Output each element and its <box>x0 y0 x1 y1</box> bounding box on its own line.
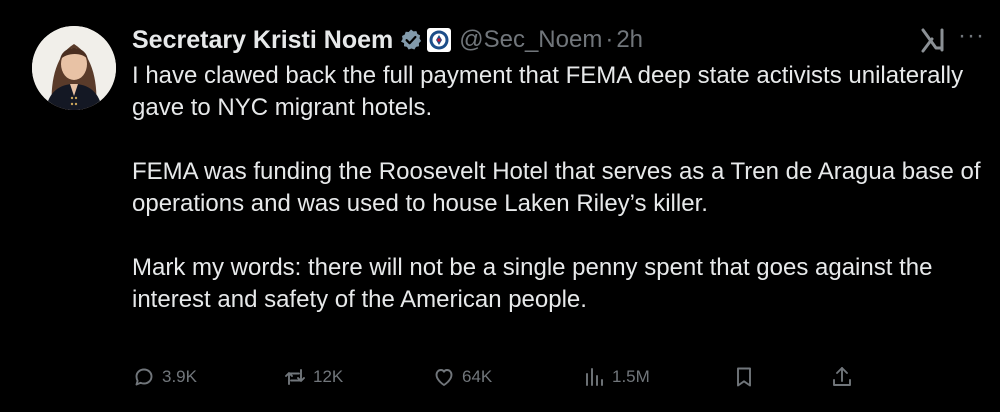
repost-arrows-icon <box>285 369 305 385</box>
avatar-portrait-image <box>32 26 116 110</box>
tweet-timestamp[interactable]: 2h <box>616 26 643 54</box>
bookmark-button[interactable] <box>732 362 756 392</box>
heart-icon <box>435 369 453 386</box>
repost-count: 12K <box>313 367 344 386</box>
view-count: 1.5M <box>612 367 650 386</box>
reply-button[interactable]: 3.9K <box>132 362 197 392</box>
share-button[interactable] <box>830 362 854 392</box>
bookmark-icon <box>737 367 751 387</box>
author-avatar[interactable] <box>32 26 116 110</box>
speech-bubble-icon <box>135 368 153 386</box>
tweet-paragraph: I have clawed back the full payment that… <box>132 62 964 121</box>
like-count: 64K <box>462 367 493 386</box>
tweet-text: I have clawed back the full payment that… <box>132 60 992 316</box>
header-separator: · <box>605 26 614 53</box>
tweet-header: Secretary Kristi Noem @Sec_Noem · 2h <box>132 22 643 58</box>
grok-icon[interactable] <box>918 26 948 54</box>
tweet-paragraph: Mark my words: there will not be a singl… <box>132 254 933 313</box>
author-handle[interactable]: @Sec_Noem <box>459 26 602 54</box>
author-display-name[interactable]: Secretary Kristi Noem <box>132 26 393 55</box>
verified-badge-icon[interactable] <box>399 28 423 52</box>
bar-chart-icon <box>586 368 603 386</box>
like-button[interactable]: 64K <box>432 362 492 392</box>
reply-count: 3.9K <box>162 367 197 386</box>
share-upload-icon <box>833 367 851 386</box>
tweet-paragraph: FEMA was funding the Roosevelt Hotel tha… <box>132 158 981 217</box>
tweet-action-bar: 3.9K 12K 64K 1.5M <box>132 362 852 392</box>
views-button[interactable]: 1.5M <box>582 362 650 392</box>
repost-button[interactable]: 12K <box>283 362 343 392</box>
more-options-icon[interactable]: ··· <box>958 22 985 50</box>
dhs-seal-icon[interactable] <box>427 28 452 52</box>
